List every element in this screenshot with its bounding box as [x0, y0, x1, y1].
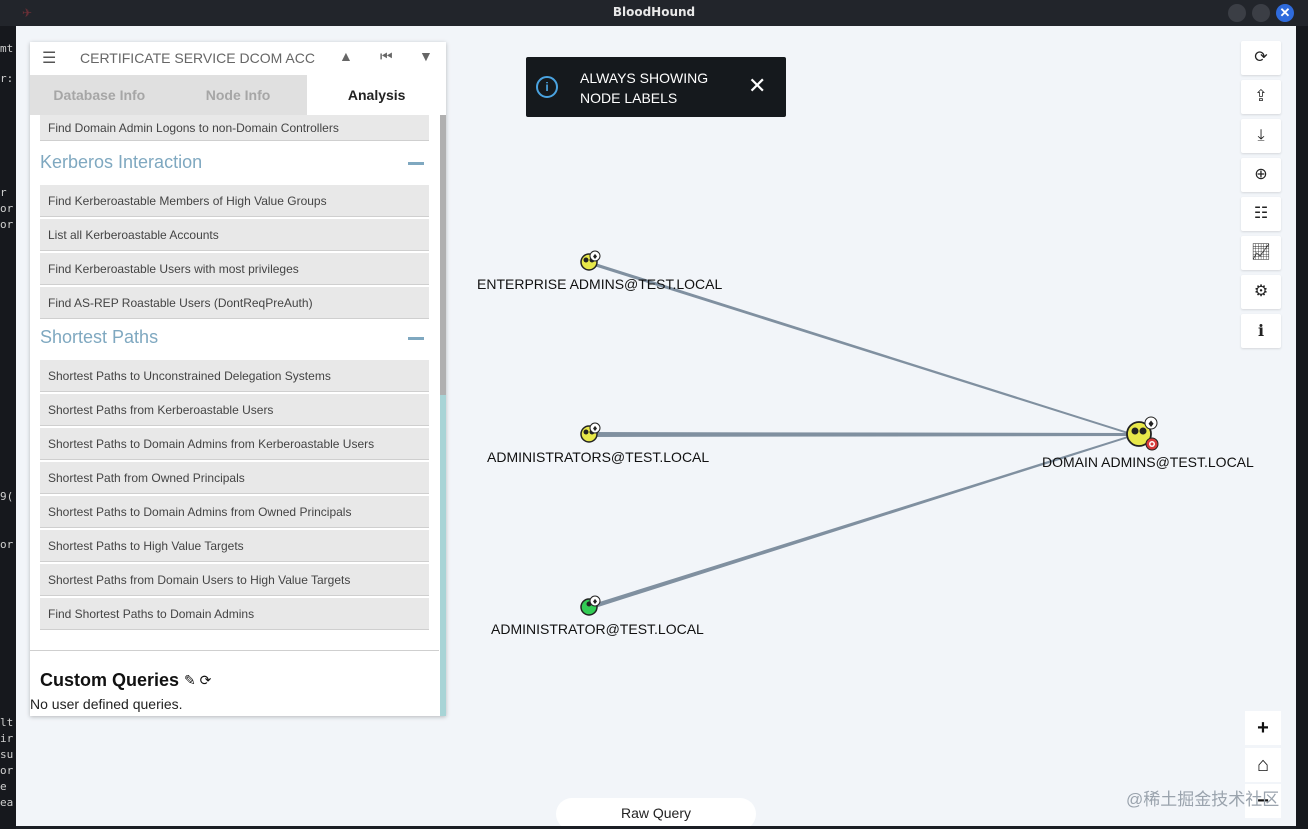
info-circle-icon: i: [536, 76, 558, 98]
node-domain-admins[interactable]: ♦: [1126, 416, 1159, 451]
svg-text:♦: ♦: [1147, 420, 1155, 430]
section-title-kerberos[interactable]: Kerberos Interaction: [40, 152, 202, 173]
back-icon[interactable]: ⏮: [380, 48, 393, 65]
query-item[interactable]: Find Kerberoastable Members of High Valu…: [40, 185, 429, 217]
svg-text:♦: ♦: [592, 425, 598, 433]
query-item[interactable]: Shortest Paths from Domain Users to High…: [40, 564, 429, 596]
pathfinding-icon[interactable]: ▲: [339, 48, 353, 64]
toast-line: ALWAYS SHOWING: [580, 70, 709, 86]
info-icon[interactable]: i: [1241, 314, 1281, 348]
tab-analysis[interactable]: Analysis: [307, 75, 447, 115]
edge-administrators-to-domain-admins[interactable]: [592, 432, 1128, 437]
query-item[interactable]: Find Kerberoastable Users with most priv…: [40, 253, 429, 285]
query-item[interactable]: Shortest Paths to Domain Admins from Own…: [40, 496, 429, 528]
panel-scrollbar-thumb[interactable]: [440, 115, 446, 395]
query-item[interactable]: Shortest Paths from Kerberoastable Users: [40, 394, 429, 426]
refresh-icon[interactable]: ⟳: [1241, 41, 1281, 75]
node-label-administrators: ADMINISTRATORS@TEST.LOCAL: [487, 449, 710, 465]
close-window-button[interactable]: ✕: [1276, 4, 1294, 22]
query-item[interactable]: List all Kerberoastable Accounts: [40, 219, 429, 251]
settings-icon[interactable]: ⚙: [1241, 275, 1281, 309]
zoom-in-icon[interactable]: +: [1245, 711, 1281, 745]
upload-circle-icon[interactable]: ⊕: [1241, 158, 1281, 192]
watermark: @稀土掘金技术社区: [1126, 790, 1280, 809]
node-label-administrator: ADMINISTRATOR@TEST.LOCAL: [491, 621, 704, 637]
query-item[interactable]: Shortest Paths to Domain Admins from Ker…: [40, 428, 429, 460]
terminal-text: ea: [0, 796, 14, 809]
terminal-text: or: [0, 202, 14, 215]
tab-database-info[interactable]: Database Info: [30, 75, 169, 115]
terminal-text: or: [0, 764, 14, 777]
terminal-text: r:: [0, 72, 14, 85]
terminal-text: or: [0, 218, 14, 231]
custom-queries-actions: ✎ ⟳: [184, 672, 211, 689]
query-item[interactable]: Shortest Paths to Unconstrained Delegati…: [40, 360, 429, 392]
node-administrator[interactable]: ♦: [580, 595, 601, 616]
minimize-button[interactable]: [1228, 4, 1246, 22]
window-title: BloodHound: [612, 5, 696, 19]
background-terminal-right: [1296, 26, 1308, 829]
node-label-enterprise-admins: ENTERPRISE ADMINS@TEST.LOCAL: [477, 276, 723, 292]
collapse-kerberos-icon[interactable]: [408, 162, 424, 165]
home-icon[interactable]: ⌂: [1245, 748, 1281, 782]
refresh-custom-icon[interactable]: ⟳: [200, 672, 212, 688]
toast-close-icon[interactable]: ✕: [748, 73, 766, 99]
title-bar: ✈ BloodHound ✕: [0, 0, 1308, 26]
edit-pencil-icon[interactable]: ✎: [184, 672, 196, 688]
raw-query-button[interactable]: Raw Query: [556, 798, 756, 826]
svg-text:♦: ♦: [592, 598, 598, 606]
toast-line: NODE LABELS: [580, 90, 678, 106]
terminal-text: e: [0, 780, 7, 793]
query-item[interactable]: Find Shortest Paths to Domain Admins: [40, 598, 429, 630]
panel-header: ☰ CERTIFICATE SERVICE DCOM ACC ▲ ⏮ ▼: [30, 42, 446, 72]
query-item[interactable]: Find AS-REP Roastable Users (DontReqPreA…: [40, 287, 429, 319]
terminal-text: mt: [0, 42, 14, 55]
analysis-query-list: Find Domain Admin Logons to non-Domain C…: [30, 115, 439, 650]
list-icon[interactable]: ☷: [1241, 197, 1281, 231]
background-terminal: mt r: r or or 9( or lt ir su or e ea: [0, 26, 16, 829]
tab-node-info[interactable]: Node Info: [168, 75, 308, 115]
terminal-text: lt: [0, 716, 14, 729]
query-item[interactable]: Find Domain Admin Logons to non-Domain C…: [40, 115, 429, 141]
filter-icon[interactable]: ▼: [419, 48, 433, 64]
node-enterprise-admins[interactable]: ♦: [580, 250, 601, 271]
upload-icon[interactable]: ⇪: [1241, 80, 1281, 114]
terminal-text: su: [0, 748, 14, 761]
download-icon[interactable]: ⤓: [1241, 119, 1281, 153]
node-label-domain-admins: DOMAIN ADMINS@TEST.LOCAL: [1042, 454, 1254, 470]
graph-canvas[interactable]: ♦ ♦ ♦ ♦ ENTERPRISE ADMINS@TEST.LOCAL ADM…: [16, 26, 1296, 826]
toast-notification: i ALWAYS SHOWING NODE LABELS ✕: [526, 57, 786, 117]
custom-queries-title: Custom Queries: [40, 670, 180, 690]
svg-text:♦: ♦: [592, 253, 598, 261]
panel-tabs: Database Info Node Info Analysis: [30, 75, 447, 115]
query-item[interactable]: Shortest Paths to High Value Targets: [40, 530, 429, 562]
toast-message: ALWAYS SHOWING NODE LABELS: [580, 68, 708, 108]
custom-queries-empty: No user defined queries.: [30, 696, 183, 712]
panel-divider: [30, 650, 439, 651]
terminal-text: or: [0, 538, 14, 551]
query-item[interactable]: Shortest Path from Owned Principals: [40, 462, 429, 494]
chart-icon[interactable]: 📈︎: [1241, 236, 1281, 270]
terminal-text: ir: [0, 732, 14, 745]
terminal-text: 9(: [0, 490, 14, 503]
node-administrators[interactable]: ♦: [580, 422, 601, 443]
collapse-shortest-paths-icon[interactable]: [408, 337, 424, 340]
terminal-text: r: [0, 186, 7, 199]
hamburger-menu-icon[interactable]: ☰: [42, 48, 56, 68]
node-search-input[interactable]: CERTIFICATE SERVICE DCOM ACC: [80, 50, 315, 66]
section-title-shortest-paths[interactable]: Shortest Paths: [40, 327, 158, 348]
maximize-button[interactable]: [1252, 4, 1270, 22]
search-panel: ☰ CERTIFICATE SERVICE DCOM ACC ▲ ⏮ ▼ Dat…: [30, 42, 447, 716]
